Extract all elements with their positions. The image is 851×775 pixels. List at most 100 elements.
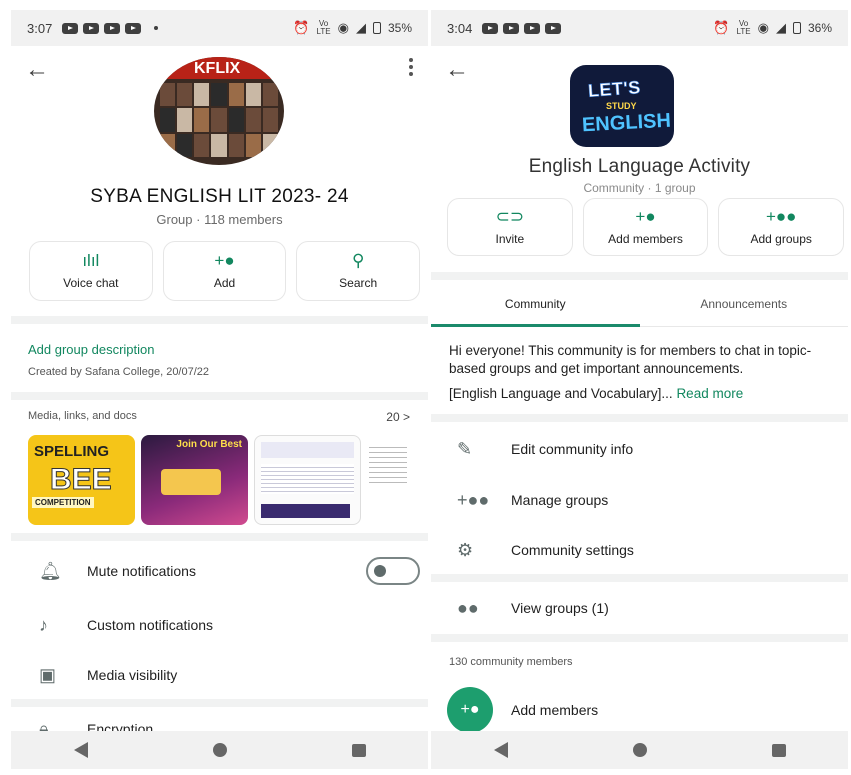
nav-recents-icon[interactable]: [771, 743, 786, 757]
mute-notifications-label: Mute notifications: [87, 563, 196, 579]
tab-community[interactable]: Community: [431, 283, 640, 327]
youtube-notification-icon: [482, 22, 499, 34]
media-count[interactable]: 20 >: [386, 410, 410, 424]
add-groups-button[interactable]: +●● Add groups: [718, 198, 845, 256]
section-divider: [431, 414, 848, 422]
manage-groups-icon: +●●: [457, 489, 490, 510]
status-time: 3:04: [447, 20, 473, 36]
pencil-icon: ✎: [457, 438, 473, 459]
nav-home-icon[interactable]: [212, 743, 227, 757]
voice-chat-button[interactable]: ılıl Voice chat: [29, 241, 153, 301]
add-members-row[interactable]: +● Add members: [431, 687, 848, 733]
battery-icon: [792, 22, 801, 34]
back-arrow-icon[interactable]: ←: [445, 58, 469, 82]
status-bar: 3:07 ⏰ Vo LTE ◉ ◢ 35%: [11, 10, 428, 46]
youtube-notification-icon: [545, 22, 562, 34]
created-by-text: Created by Safana College, 20/07/22: [28, 366, 210, 378]
battery-percent: 36%: [807, 21, 832, 35]
media-thumbnails: SPELLING BEE COMPETITION Join Our Best: [28, 435, 407, 525]
thumb-footer: [261, 504, 350, 518]
media-visibility-row[interactable]: ▣ Media visibility: [11, 653, 428, 697]
media-thumbnail[interactable]: Join Our Best: [141, 435, 248, 525]
volte-icon: Vo LTE: [736, 19, 751, 36]
mute-notifications-row[interactable]: 🔔︎ Mute notifications: [11, 549, 428, 593]
battery-icon: [372, 22, 381, 34]
group-photo[interactable]: KFLIX: [154, 57, 284, 165]
youtube-notification-icon: [104, 22, 121, 34]
manage-groups-label: Manage groups: [511, 492, 609, 508]
back-arrow-icon[interactable]: ←: [25, 58, 49, 82]
thumb-text-lines: [369, 443, 407, 483]
search-icon: ⚲: [351, 251, 365, 270]
media-thumbnail[interactable]: SPELLING BEE COMPETITION: [28, 435, 135, 525]
custom-notifications-row[interactable]: ♪ Custom notifications: [11, 603, 428, 647]
thumb-sub-text: COMPETITION: [32, 497, 94, 508]
community-settings-row[interactable]: ⚙ Community settings: [431, 528, 848, 572]
group-meta: Group · 118 members: [156, 212, 283, 227]
add-members-row-label: Add members: [511, 702, 599, 718]
add-members-label: Add members: [608, 232, 683, 246]
volte-icon: Vo LTE: [316, 19, 331, 36]
invite-button[interactable]: ⊂⊃ Invite: [447, 198, 573, 256]
more-notifications-icon: [154, 26, 159, 30]
add-person-icon: +●: [447, 687, 493, 733]
section-divider: [431, 272, 848, 280]
logo-text-line1: LET'S: [587, 77, 642, 101]
nav-recents-icon[interactable]: [351, 743, 366, 757]
nav-home-icon[interactable]: [632, 743, 647, 757]
edit-community-info-label: Edit community info: [511, 441, 634, 457]
description-snippet: [English Language and Vocabulary]...: [449, 386, 673, 401]
photo-banner-text: KFLIX: [194, 60, 241, 77]
logo-text-line3: ENGLISH: [581, 109, 672, 137]
voice-chat-label: Voice chat: [63, 276, 119, 290]
hotspot-icon: ◉: [337, 20, 349, 35]
community-settings-label: Community settings: [511, 542, 634, 558]
view-groups-label: View groups (1): [511, 600, 609, 616]
image-icon: ▣: [39, 664, 57, 685]
gear-icon: ⚙: [457, 539, 474, 560]
thumb-title: SPELLING: [34, 443, 110, 460]
groups-icon: ●●: [457, 597, 479, 618]
media-thumbnail[interactable]: [367, 435, 407, 525]
alarm-icon: ⏰: [713, 20, 730, 35]
tab-announcements[interactable]: Announcements: [640, 283, 849, 326]
search-button[interactable]: ⚲ Search: [296, 241, 421, 301]
youtube-notification-icon: [83, 22, 100, 34]
signal-icon: ◢: [355, 20, 366, 35]
invite-label: Invite: [495, 232, 525, 246]
group-info-screen: 3:07 ⏰ Vo LTE ◉ ◢ 35% ← KFLIX SYBA ENGLIS…: [11, 0, 428, 775]
voice-chat-icon: ılıl: [82, 251, 100, 270]
photo-poster-grid: [160, 83, 278, 157]
section-divider: [11, 392, 428, 400]
mute-toggle[interactable]: [366, 557, 420, 585]
community-tabs: Community Announcements: [431, 283, 848, 327]
section-divider: [431, 634, 848, 642]
nav-back-icon[interactable]: [493, 742, 508, 758]
youtube-notification-icon: [125, 22, 142, 34]
read-more-link[interactable]: Read more: [676, 386, 743, 401]
section-divider: [11, 316, 428, 324]
media-title: Media, links, and docs: [28, 410, 137, 422]
system-nav-bar: [11, 731, 428, 769]
music-note-icon: ♪: [39, 614, 48, 635]
thumb-text-lines: [261, 464, 354, 494]
add-group-description-link[interactable]: Add group description: [28, 342, 154, 357]
thumb-title: Join Our Best: [176, 439, 242, 450]
section-divider: [11, 533, 428, 541]
add-label: Add: [213, 276, 236, 290]
edit-community-info-row[interactable]: ✎ Edit community info: [431, 427, 848, 471]
community-name: English Language Activity: [528, 156, 751, 177]
add-button[interactable]: +● Add: [162, 241, 287, 301]
community-logo[interactable]: LET'S STUDY ENGLISH: [570, 65, 674, 147]
youtube-notification-icon: [503, 22, 520, 34]
media-thumbnail[interactable]: [254, 435, 361, 525]
battery-percent: 35%: [387, 21, 412, 35]
view-groups-row[interactable]: ●● View groups (1): [431, 586, 848, 630]
alarm-icon: ⏰: [293, 20, 310, 35]
thumb-header: [261, 442, 354, 458]
manage-groups-row[interactable]: +●● Manage groups: [431, 478, 848, 522]
more-options-icon[interactable]: [408, 58, 414, 76]
nav-back-icon[interactable]: [73, 742, 88, 758]
media-header[interactable]: Media, links, and docs 20 >: [28, 410, 410, 424]
add-members-button[interactable]: +● Add members: [582, 198, 709, 256]
